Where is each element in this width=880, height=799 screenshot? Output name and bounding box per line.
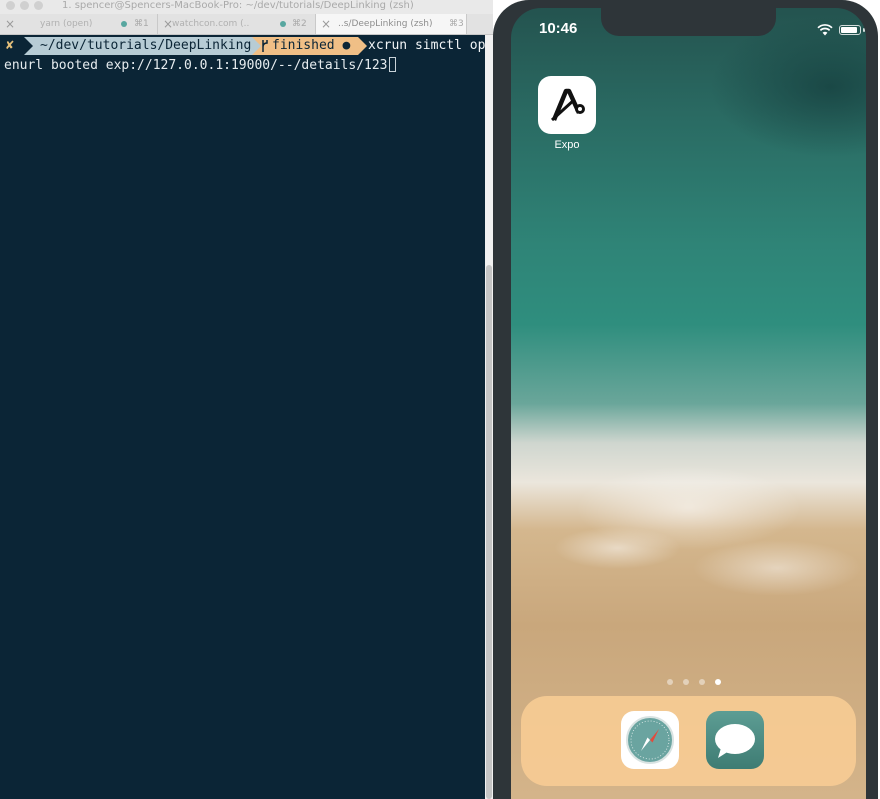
tab-deeplinking[interactable]: × ..s/DeepLinking (zsh) ⌘3 (316, 14, 467, 34)
close-tab-icon[interactable]: × (321, 14, 331, 34)
branch-icon (262, 40, 268, 52)
safari-app-icon[interactable] (621, 711, 679, 769)
battery-icon (839, 25, 861, 35)
ios-simulator: 10:46 Expo (493, 0, 880, 799)
zoom-window-button[interactable] (34, 1, 43, 10)
notch (601, 8, 776, 36)
messages-icon (715, 724, 755, 758)
tab-label: watchcon.com (.. (172, 19, 250, 29)
expo-app-icon[interactable] (538, 76, 596, 134)
terminal-scrollbar[interactable] (485, 35, 493, 799)
terminal-output[interactable]: ✘ ~/dev/tutorials/DeepLinking finished ●… (0, 35, 485, 799)
messages-app-icon[interactable] (706, 711, 764, 769)
text-cursor (388, 57, 396, 72)
error-status-icon: ✘ (6, 38, 14, 53)
close-tab-icon[interactable]: × (5, 14, 15, 34)
terminal-title-bar[interactable]: 1. spencer@Spencers-MacBook-Pro: ~/dev/t… (0, 0, 493, 14)
terminal-window: 1. spencer@Spencers-MacBook-Pro: ~/dev/t… (0, 0, 493, 799)
app-label: Expo (554, 139, 580, 151)
git-status-label: finished ● (272, 38, 351, 53)
battery-level (841, 27, 857, 33)
page-dot (715, 679, 721, 685)
wallpaper-foam (511, 428, 866, 628)
output-text: enurl booted exp://127.0.0.1:19000/--/de… (4, 58, 388, 73)
safari-icon (626, 716, 674, 764)
command-continuation: enurl booted exp://127.0.0.1:19000/--/de… (4, 57, 396, 75)
tab-label: yarn (open) (40, 19, 93, 29)
battery-cap (863, 28, 865, 32)
status-time: 10:46 (539, 20, 578, 37)
page-dot (667, 679, 673, 685)
tab-shortcut: ⌘1 (134, 19, 149, 29)
tab-yarn[interactable]: × yarn (open) ⌘1 (0, 14, 158, 34)
phone-bezel: 10:46 Expo (493, 0, 878, 799)
tab-label: ..s/DeepLinking (zsh) (338, 19, 433, 29)
prompt-line: ✘ ~/dev/tutorials/DeepLinking finished ●… (0, 37, 485, 55)
activity-dot-icon (280, 21, 286, 27)
tab-shortcut: ⌘2 (292, 19, 307, 29)
wifi-icon (817, 24, 833, 36)
prompt-path-segment: ~/dev/tutorials/DeepLinking (24, 37, 260, 55)
command-text: xcrun simctl op (368, 38, 486, 53)
tab-watchcon[interactable]: × watchcon.com (.. ⌘2 (158, 14, 316, 34)
prompt-git-segment: finished ● (252, 37, 368, 55)
page-dot (699, 679, 705, 685)
tab-shortcut: ⌘3 (449, 19, 464, 29)
expo-icon (550, 88, 585, 122)
scroll-thumb[interactable] (486, 265, 492, 799)
window-title: 1. spencer@Spencers-MacBook-Pro: ~/dev/t… (62, 0, 414, 11)
dock (521, 696, 856, 786)
tab-bar: × yarn (open) ⌘1 × watchcon.com (.. ⌘2 ×… (0, 14, 493, 35)
home-screen[interactable]: 10:46 Expo (511, 8, 866, 799)
minimize-window-button[interactable] (20, 1, 29, 10)
activity-dot-icon (121, 21, 127, 27)
page-dot (683, 679, 689, 685)
close-window-button[interactable] (6, 1, 15, 10)
